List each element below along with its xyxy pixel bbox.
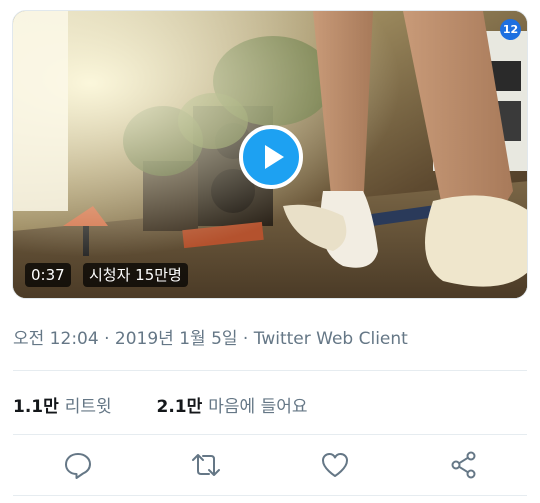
tweet-stats: 1.1만 리트윗 2.1만 마음에 들어요 [13,392,308,417]
notification-badge: 12 [500,19,521,40]
retweet-icon [192,454,220,476]
video-player[interactable]: 12 0:37 시청자 15만명 [12,10,528,299]
tweet-date[interactable]: 2019년 1월 5일 [115,329,238,349]
meta-separator: · [237,329,254,349]
retweets-stat[interactable]: 1.1만 리트윗 [13,397,117,417]
likes-stat[interactable]: 2.1만 마음에 들어요 [157,397,308,417]
video-duration: 0:37 [25,263,71,287]
share-button[interactable] [448,449,480,481]
likes-label: 마음에 들어요 [208,397,308,417]
likes-count: 2.1만 [156,397,203,417]
tweet-time[interactable]: 오전 12:04 [13,329,99,349]
heart-icon [322,453,348,477]
tweet-meta: 오전 12:04 · 2019년 1월 5일 · Twitter Web Cli… [13,324,408,349]
retweet-button[interactable] [190,449,222,481]
play-button[interactable] [239,125,303,189]
divider [13,495,527,496]
video-view-count: 시청자 15만명 [83,263,188,287]
tweet-client[interactable]: Twitter Web Client [254,329,408,349]
tweet-detail: 12 0:37 시청자 15만명 오전 12:04 · 2019년 1월 5일 … [0,0,540,503]
like-button[interactable] [319,449,351,481]
meta-separator: · [98,329,115,349]
reply-button[interactable] [62,449,94,481]
play-icon [265,145,284,169]
share-icon [451,451,476,479]
retweets-count: 1.1만 [13,397,59,417]
reply-icon [65,453,91,479]
retweets-label: 리트윗 [64,397,112,417]
divider [13,434,527,435]
divider [13,370,527,371]
